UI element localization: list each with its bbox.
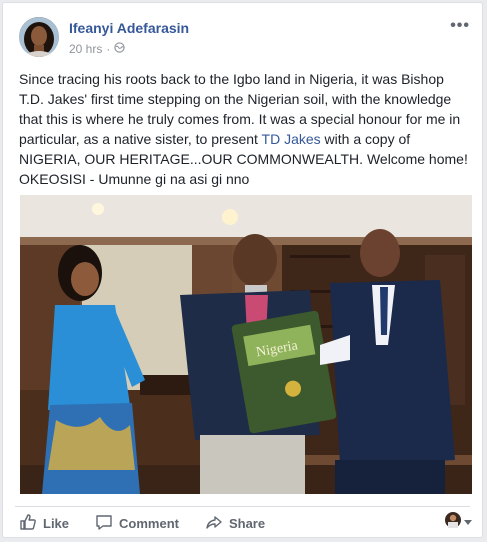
post-meta: 20 hrs · (69, 42, 126, 56)
author-avatar[interactable] (19, 17, 59, 57)
like-label: Like (43, 515, 70, 531)
tagged-link[interactable]: TD Jakes (262, 131, 321, 147)
post-timestamp[interactable]: 20 hrs (69, 42, 102, 56)
comment-bubble-icon (95, 513, 113, 534)
post-card: Ifeanyi Adefarasin 20 hrs · ••• Since tr… (2, 2, 483, 538)
reaction-audience-selector[interactable] (445, 512, 472, 533)
like-button[interactable]: Like (15, 513, 69, 534)
share-arrow-icon (205, 513, 223, 534)
chevron-down-icon (464, 520, 472, 525)
globe-icon[interactable] (114, 42, 126, 56)
post-photo[interactable]: Nigeria (20, 195, 472, 494)
share-label: Share (228, 515, 266, 531)
author-name[interactable]: Ifeanyi Adefarasin (69, 20, 189, 36)
post-text: Since tracing his roots back to the Igbo… (19, 69, 471, 189)
meta-separator: · (106, 42, 111, 56)
comment-label: Comment (119, 515, 179, 531)
ellipsis-icon[interactable]: ••• (450, 17, 470, 35)
share-button[interactable]: Share (201, 513, 265, 534)
reaction-avatar-icon (445, 512, 461, 533)
action-divider (15, 506, 470, 507)
thumbs-up-icon (19, 513, 37, 534)
comment-button[interactable]: Comment (91, 513, 179, 534)
action-bar: Like Comment Share (15, 509, 470, 537)
